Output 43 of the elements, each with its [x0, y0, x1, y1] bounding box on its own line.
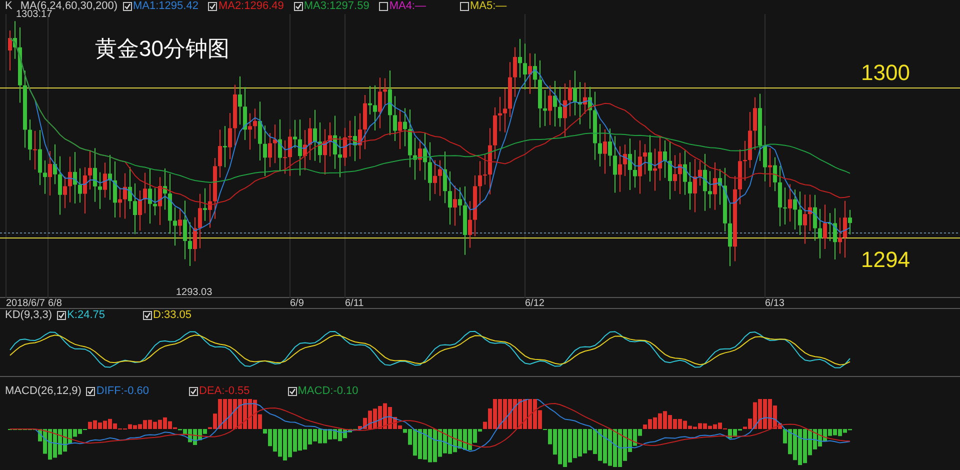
- legend-value: MA2:1296.49: [218, 1, 284, 12]
- legend-value: MA1:1295.42: [133, 1, 198, 12]
- chart-type-label: K: [5, 1, 12, 12]
- legend-checkbox[interactable]: [86, 387, 96, 396]
- check-icon: [190, 388, 197, 395]
- legend-checkbox[interactable]: [143, 311, 152, 320]
- level-label: 1300: [861, 62, 910, 84]
- legend-value: MA4:—: [389, 1, 426, 12]
- check-icon: [294, 3, 302, 10]
- legend-value: K:24.75: [67, 310, 105, 321]
- date-label: 6/12: [525, 298, 544, 309]
- check-icon: [209, 3, 216, 10]
- level-label: 1294: [861, 249, 910, 271]
- check-icon: [288, 388, 296, 395]
- legend-checkbox[interactable]: [294, 2, 303, 11]
- high-price-label: 1303.17: [16, 10, 52, 20]
- legend-checkbox[interactable]: [189, 387, 198, 396]
- legend-checkbox[interactable]: [123, 2, 132, 11]
- legend-value: MACD:-0.10: [298, 386, 358, 397]
- date-label: 6/13: [765, 298, 784, 309]
- check-icon: [144, 312, 151, 319]
- check-icon: [58, 312, 66, 319]
- check-icon: [87, 388, 94, 395]
- legend-value: DIFF:-0.60: [96, 386, 149, 397]
- low-price-label: 1293.03: [176, 288, 212, 298]
- macd-params-label: MACD(26,12,9): [4, 386, 82, 397]
- legend-value: MA3:1297.59: [304, 1, 370, 12]
- legend-checkbox[interactable]: [379, 2, 388, 11]
- legend-checkbox[interactable]: [208, 2, 218, 11]
- legend-checkbox[interactable]: [460, 2, 469, 11]
- legend-checkbox[interactable]: [288, 387, 297, 396]
- ma-params-label: MA(6,24,60,30,200): [20, 1, 118, 12]
- legend-value: DEA:-0.55: [199, 386, 250, 397]
- chart-title: 黄金30分钟图: [95, 38, 230, 60]
- date-label: 2018/6/7: [6, 298, 45, 309]
- date-label: 6/9: [290, 298, 304, 309]
- date-label: 6/8: [48, 298, 62, 309]
- legend-checkbox[interactable]: [57, 311, 66, 320]
- legend-value: MA5:—: [470, 1, 507, 12]
- check-icon: [124, 3, 131, 10]
- kd-params-label: KD(9,3,3): [4, 310, 52, 321]
- legend-value: D:33.05: [153, 310, 192, 321]
- date-label: 6/11: [345, 298, 364, 309]
